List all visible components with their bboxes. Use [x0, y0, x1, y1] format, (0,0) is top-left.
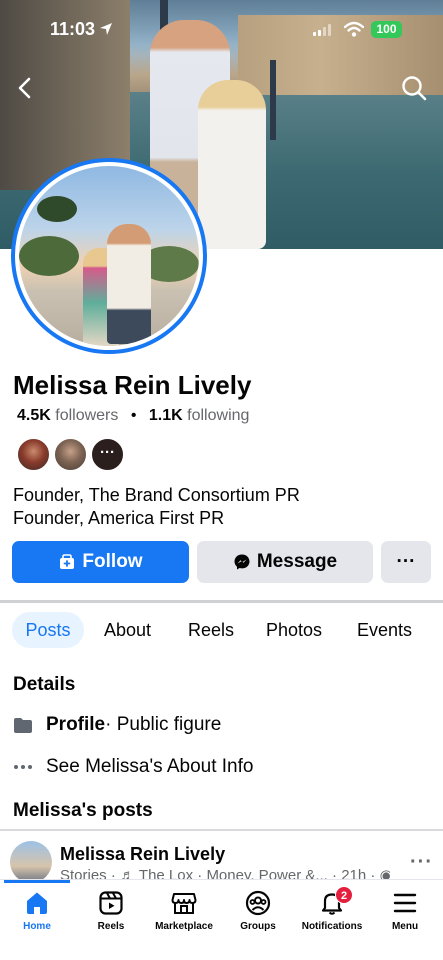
- message-label: Message: [256, 551, 338, 572]
- followers-label: followers: [55, 407, 119, 424]
- detail-profile-row: Profile · Public figure: [13, 712, 221, 738]
- tab-posts[interactable]: Posts: [12, 612, 84, 648]
- followers-link[interactable]: 4.5K followers: [17, 407, 118, 424]
- wifi-icon: [344, 21, 364, 37]
- profile-bio: Founder, The Brand Consortium PR Founder…: [13, 484, 300, 530]
- follow-label: Follow: [82, 551, 143, 572]
- mutual-avatar[interactable]: [16, 437, 51, 472]
- section-divider: [0, 600, 443, 603]
- cover-person-woman: [198, 80, 266, 249]
- more-options-icon: ···: [396, 551, 416, 572]
- nav-reels-label: Reels: [97, 921, 125, 932]
- bio-line: Founder, America First PR: [13, 508, 225, 528]
- nav-home[interactable]: Home: [0, 880, 77, 932]
- nav-groups-label: Groups: [240, 921, 276, 932]
- cover-pole: [270, 60, 276, 140]
- mutual-more-button[interactable]: ···: [90, 437, 125, 472]
- nav-marketplace[interactable]: Marketplace: [144, 880, 224, 932]
- notification-badge: 2: [335, 886, 353, 904]
- see-about-link[interactable]: See Melissa's About Info: [13, 754, 253, 780]
- profile-stats: 4.5K followers • 1.1K following: [17, 407, 249, 425]
- post-author-name[interactable]: Melissa Rein Lively: [60, 844, 225, 865]
- message-button[interactable]: Message: [197, 541, 373, 583]
- avatar-photo: [19, 166, 199, 346]
- folder-icon: [13, 717, 46, 734]
- bio-line: Founder, The Brand Consortium PR: [13, 485, 300, 505]
- ellipsis-icon: [13, 764, 46, 770]
- tab-reels[interactable]: Reels: [188, 612, 234, 648]
- nav-menu[interactable]: Menu: [365, 880, 443, 932]
- posts-divider: [0, 829, 443, 831]
- avatar-shrub: [19, 236, 79, 276]
- following-link[interactable]: 1.1K following: [149, 407, 250, 424]
- stats-separator: •: [130, 407, 137, 424]
- more-options-button[interactable]: ···: [381, 541, 431, 583]
- avatar-palm: [37, 196, 77, 222]
- bottom-navigation: Home Reels Marketplace Groups 2 Notifica…: [0, 879, 443, 960]
- posts-heading: Melissa's posts: [13, 800, 153, 821]
- details-heading: Details: [13, 674, 76, 695]
- see-about-label: See Melissa's About Info: [46, 756, 254, 777]
- location-arrow-icon: [100, 23, 112, 35]
- post-options-icon[interactable]: ···: [410, 851, 433, 874]
- groups-icon: [245, 890, 271, 916]
- status-bar: 11:03 100: [0, 0, 443, 60]
- following-count: 1.1K: [148, 407, 183, 424]
- search-icon[interactable]: [400, 74, 428, 102]
- nav-notifications[interactable]: 2 Notifications: [292, 880, 372, 932]
- messenger-icon: [234, 554, 250, 570]
- tab-photos[interactable]: Photos: [266, 612, 322, 648]
- menu-icon: [393, 893, 417, 913]
- following-label: following: [187, 407, 250, 424]
- reels-icon: [99, 891, 123, 915]
- detail-profile-label: Profile: [46, 714, 106, 735]
- follow-icon: [60, 554, 75, 569]
- battery-indicator: 100: [371, 21, 402, 38]
- nav-reels[interactable]: Reels: [71, 880, 151, 932]
- profile-name: Melissa Rein Lively: [13, 370, 252, 400]
- nav-home-label: Home: [23, 921, 51, 932]
- nav-notifications-label: Notifications: [301, 921, 363, 932]
- cell-signal-icon: [313, 24, 331, 36]
- nav-marketplace-label: Marketplace: [155, 921, 213, 932]
- followers-count: 4.5K: [17, 407, 51, 424]
- marketplace-icon: [171, 893, 197, 914]
- home-icon: [27, 892, 47, 914]
- avatar-border: [15, 162, 203, 350]
- profile-avatar[interactable]: [11, 158, 207, 354]
- detail-profile-value: · Public figure: [105, 714, 222, 735]
- status-time: 11:03: [50, 19, 96, 39]
- nav-groups[interactable]: Groups: [218, 880, 298, 932]
- mutual-avatar[interactable]: [53, 437, 88, 472]
- chevron-left-icon[interactable]: [12, 74, 40, 102]
- nav-menu-label: Menu: [391, 921, 419, 932]
- tab-events[interactable]: Events: [357, 612, 412, 648]
- post-author-avatar[interactable]: [10, 841, 52, 883]
- avatar-person-man: [107, 224, 151, 344]
- tab-about[interactable]: About: [104, 612, 151, 648]
- follow-button[interactable]: Follow: [12, 541, 189, 583]
